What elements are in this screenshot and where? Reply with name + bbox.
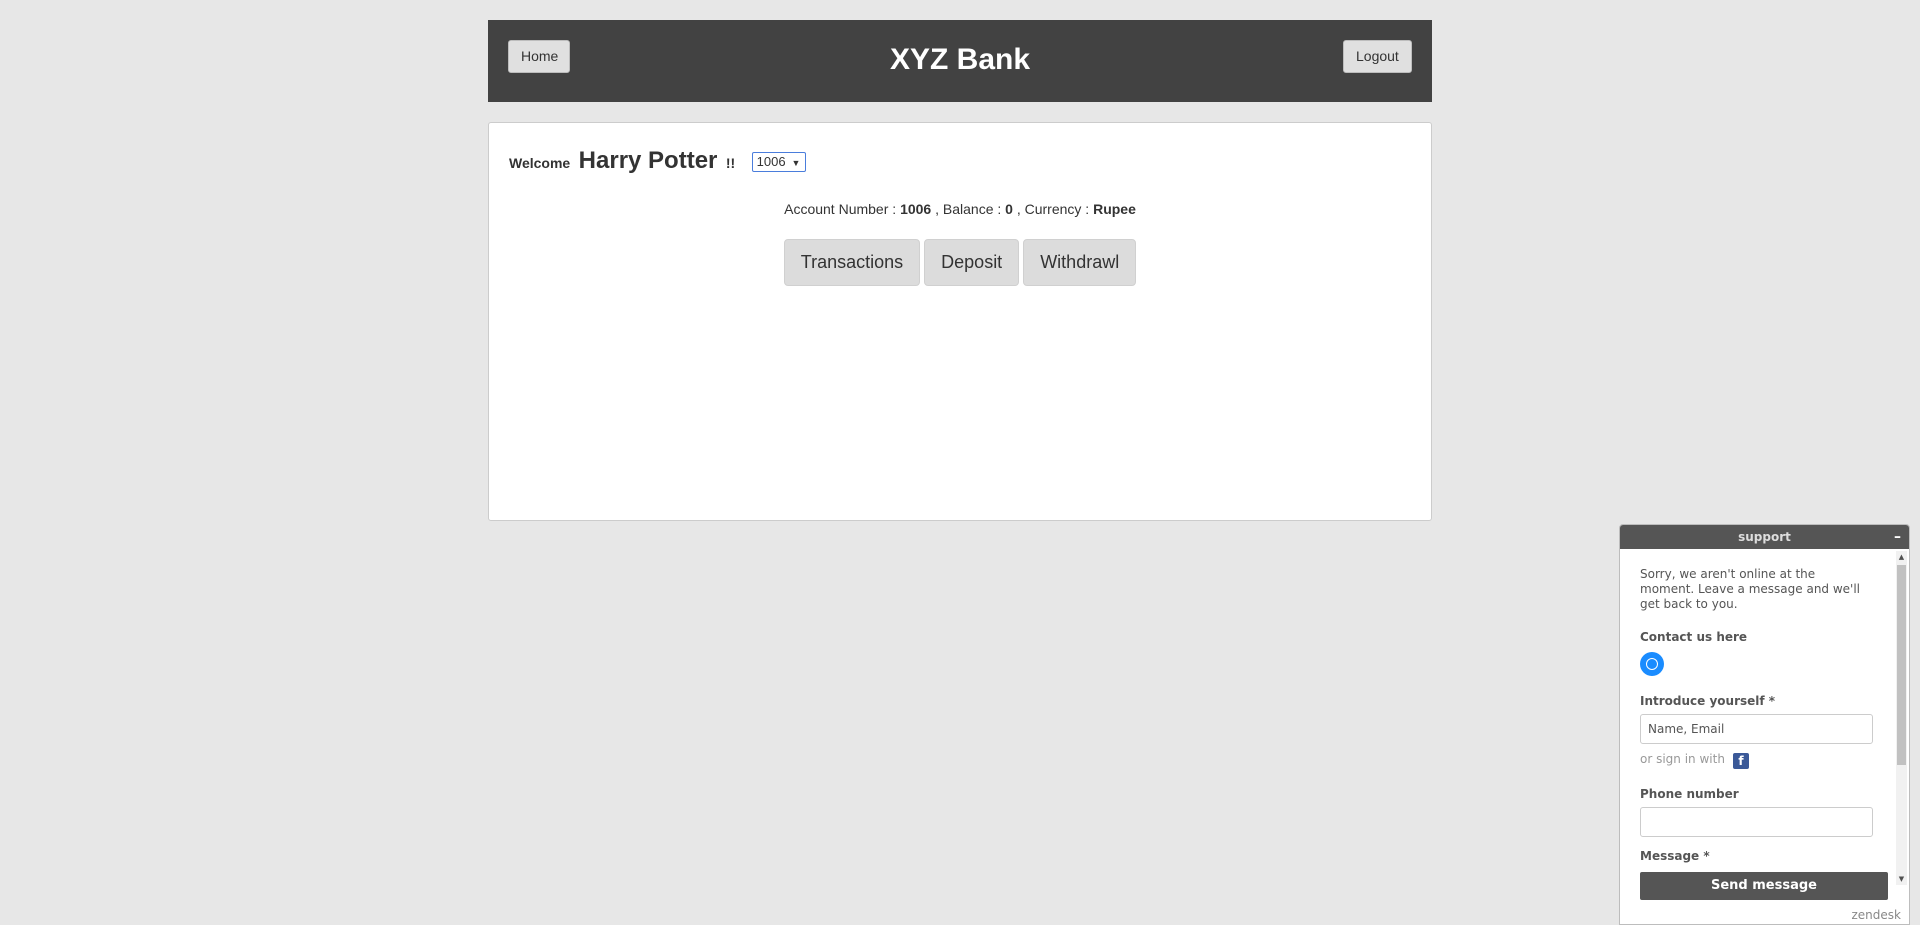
balance-value: 0: [1005, 201, 1013, 217]
welcome-row: Welcome Harry Potter !! 1006 ▼: [509, 147, 806, 175]
currency-value: Rupee: [1093, 201, 1136, 217]
send-message-button[interactable]: Send message: [1640, 872, 1888, 900]
introduce-label: Introduce yourself *: [1640, 694, 1776, 708]
support-form: Sorry, we aren't online at the moment. L…: [1620, 549, 1893, 887]
account-select[interactable]: 1006 ▼: [751, 152, 806, 172]
scroll-down-icon[interactable]: ▼: [1896, 873, 1907, 885]
support-header[interactable]: support –: [1620, 525, 1909, 549]
minimize-icon[interactable]: –: [1894, 525, 1901, 549]
phone-input[interactable]: [1640, 807, 1873, 837]
support-widget: support – Sorry, we aren't online at the…: [1619, 524, 1910, 925]
support-scrollbar[interactable]: ▲ ▼: [1896, 551, 1907, 885]
signin-row: or sign in with f: [1640, 752, 1873, 769]
balance-label: , Balance :: [935, 201, 1002, 217]
account-select-value: 1006: [756, 154, 786, 169]
contact-label: Contact us here: [1640, 630, 1748, 644]
account-number: 1006: [900, 201, 932, 217]
welcome-exclaim: !!: [725, 155, 736, 171]
welcome-label: Welcome: [509, 155, 571, 171]
deposit-button[interactable]: Deposit: [924, 239, 1020, 286]
account-info: Account Number : 1006 , Balance : 0 , Cu…: [489, 201, 1431, 217]
currency-label: , Currency :: [1016, 201, 1090, 217]
message-label: Message *: [1640, 849, 1710, 863]
zendesk-logo[interactable]: zendesk: [1852, 908, 1902, 922]
logout-button[interactable]: Logout: [1343, 40, 1412, 73]
customer-name: Harry Potter: [578, 147, 718, 174]
facebook-icon[interactable]: f: [1732, 753, 1749, 769]
dropdown-arrow-icon: ▼: [791, 158, 801, 168]
signin-text: or sign in with: [1640, 752, 1725, 766]
phone-label: Phone number: [1640, 787, 1739, 801]
offline-message: Sorry, we aren't online at the moment. L…: [1640, 567, 1861, 611]
messenger-icon[interactable]: [1640, 652, 1664, 676]
scrollbar-thumb[interactable]: [1897, 565, 1906, 765]
app-header: Home XYZ Bank Logout: [488, 20, 1432, 102]
name-email-input[interactable]: Name, Email: [1640, 714, 1873, 744]
scroll-up-icon[interactable]: ▲: [1896, 551, 1907, 563]
bank-title: XYZ Bank: [889, 43, 1031, 76]
account-number-label: Account Number :: [784, 201, 897, 217]
transactions-button[interactable]: Transactions: [783, 239, 921, 286]
support-title: support: [1738, 530, 1791, 544]
withdrawl-button[interactable]: Withdrawl: [1023, 239, 1137, 286]
account-panel: Welcome Harry Potter !! 1006 ▼ Account Nu…: [488, 122, 1432, 521]
account-actions: Transactions Deposit Withdrawl: [489, 239, 1431, 286]
